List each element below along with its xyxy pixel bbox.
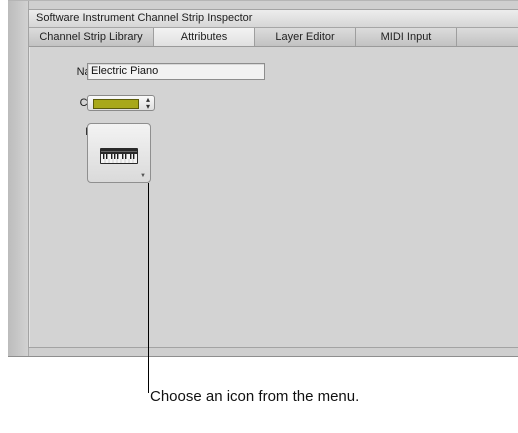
color-swatch — [93, 99, 139, 109]
tab-channel-strip-library[interactable]: Channel Strip Library — [29, 28, 154, 46]
tab-midi-input[interactable]: MIDI Input — [356, 28, 457, 46]
tab-attributes[interactable]: Attributes — [154, 28, 255, 46]
panel-title: Software Instrument Channel Strip Inspec… — [29, 10, 518, 28]
tab-bar: Channel Strip Library Attributes Layer E… — [29, 28, 518, 47]
tab-layer-editor[interactable]: Layer Editor — [255, 28, 356, 46]
tab-bar-filler — [457, 28, 518, 46]
callout-line — [148, 183, 149, 393]
icon-menu-button[interactable]: ▼ — [87, 123, 151, 183]
popup-arrows-icon: ▴ ▾ — [145, 95, 150, 111]
color-popup[interactable]: ▴ ▾ — [87, 95, 155, 111]
name-field[interactable] — [87, 63, 265, 80]
dropdown-arrow-icon: ▼ — [140, 173, 146, 179]
keyboard-icon — [100, 148, 138, 164]
callout-text: Choose an icon from the menu. — [150, 388, 360, 405]
window-side-strip — [8, 1, 29, 356]
inspector-window: Software Instrument Channel Strip Inspec… — [8, 0, 518, 357]
